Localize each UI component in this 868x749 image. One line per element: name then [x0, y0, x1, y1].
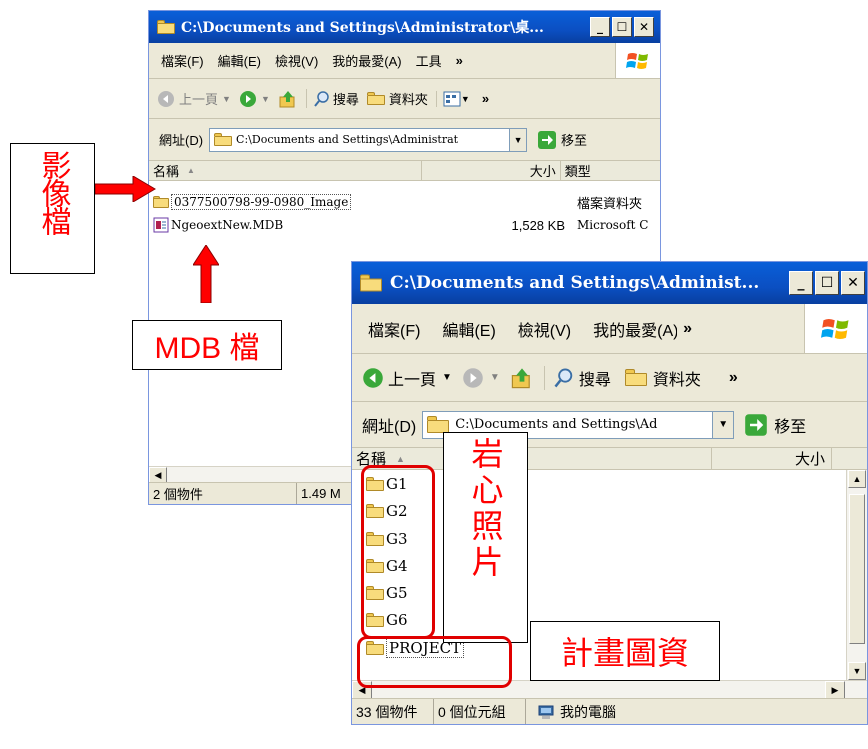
search-button[interactable]: 搜尋 [543, 365, 611, 390]
window-1-titlebar[interactable]: C:\Documents and Settings\Administrator\… [149, 11, 660, 43]
folders-icon [366, 91, 385, 106]
dropdown-arrow-icon: ▼ [442, 372, 452, 383]
window-2-statusbar: 33 個物件 0 個位元組 我的電腦 [352, 698, 867, 724]
search-icon [554, 368, 573, 387]
dropdown-arrow-icon: ▼ [489, 372, 500, 383]
menu-favorites[interactable]: 我的最愛(A) [332, 51, 401, 70]
forward-button[interactable]: ▼ [239, 90, 270, 108]
forward-button[interactable]: ▼ [462, 367, 500, 389]
image-file-callout: 影像檔 [10, 143, 95, 274]
maximize-button[interactable]: ☐ [612, 17, 632, 37]
menu-tools[interactable]: 工具 [416, 51, 442, 70]
column-name[interactable]: 名稱 ▲ [149, 161, 422, 180]
back-button[interactable]: 上一頁 ▼ [157, 89, 231, 108]
list-item-mdb-file[interactable]: NgeoextNew.MDB 1,528 KB Microsoft C [153, 216, 658, 234]
menu-more-chevron[interactable]: » [683, 320, 692, 338]
address-label: 網址(D) [159, 133, 204, 148]
address-input[interactable]: C:\Documents and Settings\Administrat ▼ [209, 127, 528, 152]
back-button[interactable]: 上一頁 ▼ [362, 366, 452, 390]
scroll-up-button[interactable]: ▲ [848, 470, 866, 488]
window-2-vertical-scrollbar[interactable]: ▲ ▼ [846, 470, 867, 680]
maximize-button[interactable]: ☐ [815, 271, 839, 295]
window-2-addressbar: 網址(D) C:\Documents and Settings\Ad ▼ 移至 [352, 402, 867, 448]
column-type[interactable]: 類型 [561, 161, 660, 180]
close-button[interactable]: ✕ [841, 271, 865, 295]
arrow-to-image-folder [95, 176, 156, 202]
menu-favorites[interactable]: 我的最愛(A) [593, 317, 677, 341]
my-computer-status: 我的電腦 [526, 699, 706, 724]
window-1-addressbar: 網址(D) C:\Documents and Settings\Administ… [149, 119, 660, 161]
forward-arrow-icon [463, 367, 483, 388]
arrow-to-mdb-file [193, 245, 219, 303]
go-arrow-icon [745, 413, 768, 436]
forward-arrow-icon [239, 90, 256, 107]
go-button[interactable]: 移至 [744, 413, 806, 437]
search-button[interactable]: 搜尋 [305, 89, 359, 108]
mdb-file-callout: MDB 檔 [132, 320, 282, 370]
up-folder-icon [511, 367, 530, 388]
menu-file[interactable]: 檔案(F) [161, 51, 204, 70]
folders-button[interactable]: 資料夾 [366, 89, 428, 108]
core-photo-callout: 岩心照片 [443, 432, 528, 643]
column-size[interactable]: 大小 [422, 161, 561, 180]
address-dropdown-button[interactable]: ▼ [712, 411, 734, 438]
address-label: 網址(D) [362, 418, 417, 436]
column-size[interactable]: 大小 [712, 448, 832, 469]
search-icon [314, 90, 329, 107]
toolbar-more-chevron[interactable]: » [482, 91, 489, 106]
up-folder-button[interactable] [278, 89, 298, 109]
scroll-thumb[interactable] [849, 494, 865, 644]
minimize-button[interactable]: _ [789, 271, 813, 295]
window-2-titlebar[interactable]: C:\Documents and Settings\Administ... _ … [352, 262, 867, 304]
back-arrow-icon [158, 90, 174, 107]
windows-logo-icon [804, 304, 867, 353]
window-2-menubar: 檔案(F) 編輯(E) 檢視(V) 我的最愛(A) » [352, 304, 867, 354]
menu-view[interactable]: 檢視(V) [518, 317, 571, 341]
window-1-toolbar: 上一頁 ▼ ▼ 搜尋 資料夾 ▼ » [149, 79, 660, 119]
window-1-menubar: 檔案(F) 編輯(E) 檢視(V) 我的最愛(A) 工具 » [149, 43, 660, 79]
folder-icon [214, 132, 233, 147]
window-2-toolbar: 上一頁 ▼ ▼ 搜尋 資料夾 » [352, 354, 867, 402]
project-callout: 計畫圖資 [530, 621, 720, 681]
menu-edit[interactable]: 編輯(E) [218, 51, 261, 70]
views-icon [443, 91, 461, 106]
up-folder-button[interactable] [510, 366, 534, 390]
folders-button[interactable]: 資料夾 [624, 366, 701, 390]
go-arrow-icon [538, 130, 557, 149]
dropdown-arrow-icon: ▼ [260, 93, 270, 104]
minimize-button[interactable]: _ [590, 17, 610, 37]
list-item-image-folder[interactable]: 0377500798-99-0980_Image 檔案資料夾 [153, 193, 658, 211]
toolbar-more-chevron[interactable]: » [729, 369, 738, 387]
close-button[interactable]: ✕ [634, 17, 654, 37]
menu-view[interactable]: 檢視(V) [275, 51, 318, 70]
window-2-title: C:\Documents and Settings\Administ... [390, 273, 760, 293]
back-arrow-icon [363, 367, 383, 388]
folder-icon [360, 274, 382, 292]
up-folder-icon [279, 90, 295, 107]
views-button[interactable]: ▼ [435, 90, 470, 107]
my-computer-icon [538, 705, 554, 719]
go-button[interactable]: 移至 [537, 130, 587, 150]
menu-edit[interactable]: 編輯(E) [442, 317, 495, 341]
core-photo-folders-highlight [361, 465, 435, 639]
folder-icon [157, 20, 175, 34]
access-database-icon [153, 217, 169, 233]
address-dropdown-button[interactable]: ▼ [509, 128, 527, 151]
dropdown-arrow-icon: ▼ [222, 93, 231, 104]
menu-more-chevron[interactable]: » [456, 53, 463, 68]
scroll-down-button[interactable]: ▼ [848, 662, 866, 680]
menu-file[interactable]: 檔案(F) [368, 317, 420, 341]
folder-icon [427, 416, 450, 433]
windows-logo-icon [615, 43, 660, 78]
folders-icon [624, 369, 647, 386]
window-1-title: C:\Documents and Settings\Administrator\… [181, 20, 544, 36]
project-folder-highlight [357, 636, 512, 688]
dropdown-arrow-icon: ▼ [460, 93, 470, 104]
